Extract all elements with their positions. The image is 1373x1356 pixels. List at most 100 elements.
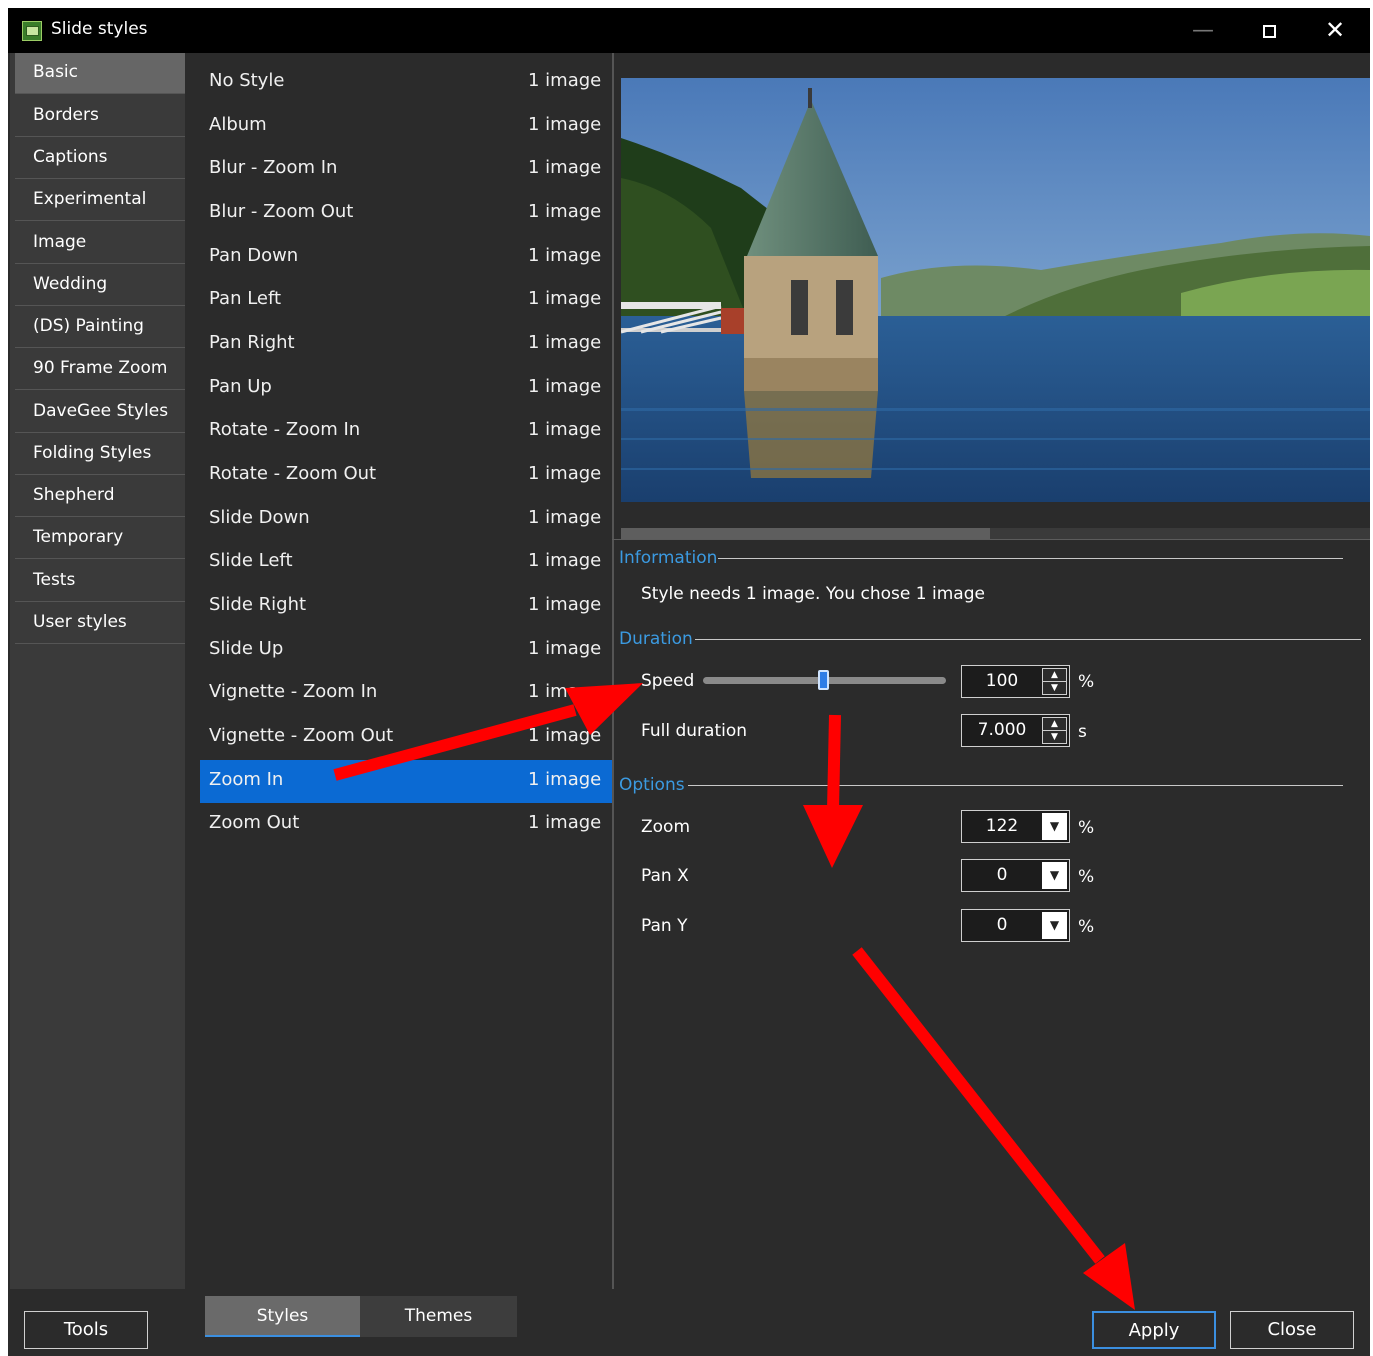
information-section-line xyxy=(718,558,1343,559)
category-item[interactable]: Folding Styles xyxy=(15,434,185,475)
style-count: 1 image xyxy=(528,70,602,91)
spin-down-icon[interactable]: ▼ xyxy=(1043,731,1066,743)
style-name: Pan Left xyxy=(209,288,282,309)
full-duration-unit: s xyxy=(1078,722,1087,742)
style-row[interactable]: Zoom Out 1 image xyxy=(200,803,612,846)
full-duration-value[interactable]: 7.000 xyxy=(962,715,1042,746)
style-row[interactable]: Album 1 image xyxy=(200,105,612,148)
speed-spin-buttons[interactable]: ▲ ▼ xyxy=(1042,668,1067,695)
spin-up-icon[interactable]: ▲ xyxy=(1043,669,1066,682)
style-count: 1 image xyxy=(528,812,602,833)
style-row[interactable]: Vignette - Zoom Out 1 image xyxy=(200,716,612,759)
style-name: No Style xyxy=(209,70,285,91)
pan-x-unit: % xyxy=(1078,867,1095,887)
spin-down-icon[interactable]: ▼ xyxy=(1043,682,1066,694)
tab-styles[interactable]: Styles xyxy=(205,1296,360,1337)
style-count: 1 image xyxy=(528,725,602,746)
information-section-label: Information xyxy=(619,548,718,568)
preview-scrollbar-thumb[interactable] xyxy=(621,528,990,539)
category-panel: Basic Borders Captions Experimental Imag… xyxy=(10,53,185,1289)
information-text: Style needs 1 image. You chose 1 image xyxy=(641,584,985,604)
style-count: 1 image xyxy=(528,769,602,790)
speed-label: Speed xyxy=(641,671,695,691)
style-name: Vignette - Zoom Out xyxy=(209,725,394,746)
category-item[interactable]: Experimental xyxy=(15,180,185,221)
style-row[interactable]: No Style 1 image xyxy=(200,61,612,104)
style-name: Blur - Zoom Out xyxy=(209,201,354,222)
style-row[interactable]: Blur - Zoom In 1 image xyxy=(200,148,612,191)
category-item[interactable]: Tests xyxy=(15,561,185,602)
dropdown-arrow-icon[interactable]: ▼ xyxy=(1042,862,1067,889)
style-row[interactable]: Slide Up 1 image xyxy=(200,629,612,672)
spin-up-icon[interactable]: ▲ xyxy=(1043,718,1066,731)
style-name: Slide Down xyxy=(209,507,310,528)
tab-themes[interactable]: Themes xyxy=(360,1296,517,1337)
pan-y-combobox[interactable]: 0 ▼ xyxy=(961,909,1070,942)
style-name: Pan Right xyxy=(209,332,295,353)
category-item[interactable]: Basic xyxy=(15,53,185,94)
full-duration-spinbox[interactable]: 7.000 ▲ ▼ xyxy=(961,714,1070,747)
category-item[interactable]: User styles xyxy=(15,603,185,644)
zoom-label: Zoom xyxy=(641,817,691,837)
apply-button[interactable]: Apply xyxy=(1092,1311,1216,1349)
style-row[interactable]: Rotate - Zoom In 1 image xyxy=(200,410,612,453)
category-item[interactable]: DaveGee Styles xyxy=(15,392,185,433)
style-list: No Style 1 image Album 1 image Blur - Zoom… xyxy=(185,53,612,1289)
speed-spinbox[interactable]: 100 ▲ ▼ xyxy=(961,665,1070,698)
style-preview-image xyxy=(621,78,1370,502)
style-row[interactable]: Vignette - Zoom In 1 imag xyxy=(200,672,612,715)
style-row[interactable]: Pan Left 1 image xyxy=(200,279,612,322)
category-item[interactable]: 90 Frame Zoom xyxy=(15,349,185,390)
style-name: Pan Down xyxy=(209,245,299,266)
style-count: 1 image xyxy=(528,332,602,353)
category-item[interactable]: Borders xyxy=(15,96,185,137)
category-item[interactable]: Captions xyxy=(15,138,185,179)
speed-unit: % xyxy=(1078,672,1095,692)
speed-value[interactable]: 100 xyxy=(962,666,1042,697)
style-row[interactable]: Slide Left 1 image xyxy=(200,541,612,584)
style-row-selected[interactable]: Zoom In 1 image xyxy=(200,760,612,803)
style-count: 1 image xyxy=(528,463,602,484)
close-button[interactable]: Close xyxy=(1230,1311,1354,1349)
category-item[interactable]: (DS) Painting xyxy=(15,307,185,348)
tools-button[interactable]: Tools xyxy=(24,1311,148,1349)
preview-scene xyxy=(621,78,1370,502)
pan-x-combobox[interactable]: 0 ▼ xyxy=(961,859,1070,892)
close-window-button[interactable]: ✕ xyxy=(1303,8,1367,53)
style-row[interactable]: Blur - Zoom Out 1 image xyxy=(200,192,612,235)
maximize-button[interactable] xyxy=(1237,8,1301,53)
category-item[interactable]: Temporary xyxy=(15,518,185,559)
style-count: 1 image xyxy=(528,507,602,528)
window-title: Slide styles xyxy=(51,19,148,39)
category-item[interactable]: Image xyxy=(15,223,185,264)
speed-slider-thumb[interactable] xyxy=(818,670,829,690)
style-count: 1 image xyxy=(528,245,602,266)
style-name: Album xyxy=(209,114,267,135)
minimize-button[interactable]: — xyxy=(1171,8,1235,53)
full-duration-spin-buttons[interactable]: ▲ ▼ xyxy=(1042,717,1067,744)
duration-section-line xyxy=(695,639,1361,640)
zoom-unit: % xyxy=(1078,818,1095,838)
pan-x-value[interactable]: 0 xyxy=(962,860,1042,891)
zoom-value[interactable]: 122 xyxy=(962,811,1042,842)
pan-x-label: Pan X xyxy=(641,866,689,886)
preview-divider xyxy=(612,539,1370,540)
zoom-combobox[interactable]: 122 ▼ xyxy=(961,810,1070,843)
category-item[interactable]: Shepherd xyxy=(15,476,185,517)
style-row[interactable]: Slide Right 1 image xyxy=(200,585,612,628)
style-row[interactable]: Slide Down 1 image xyxy=(200,498,612,541)
style-count: 1 image xyxy=(528,288,602,309)
pan-y-value[interactable]: 0 xyxy=(962,910,1042,941)
style-row[interactable]: Pan Up 1 image xyxy=(200,367,612,410)
style-row[interactable]: Pan Down 1 image xyxy=(200,236,612,279)
style-name: Slide Left xyxy=(209,550,293,571)
category-item[interactable]: Wedding xyxy=(15,265,185,306)
style-row[interactable]: Pan Right 1 image xyxy=(200,323,612,366)
dropdown-arrow-icon[interactable]: ▼ xyxy=(1042,813,1067,840)
style-row[interactable]: Rotate - Zoom Out 1 image xyxy=(200,454,612,497)
style-name: Blur - Zoom In xyxy=(209,157,338,178)
full-duration-label: Full duration xyxy=(641,721,748,741)
style-count: 1 image xyxy=(528,594,602,615)
style-count: 1 image xyxy=(528,201,602,222)
dropdown-arrow-icon[interactable]: ▼ xyxy=(1042,912,1067,939)
